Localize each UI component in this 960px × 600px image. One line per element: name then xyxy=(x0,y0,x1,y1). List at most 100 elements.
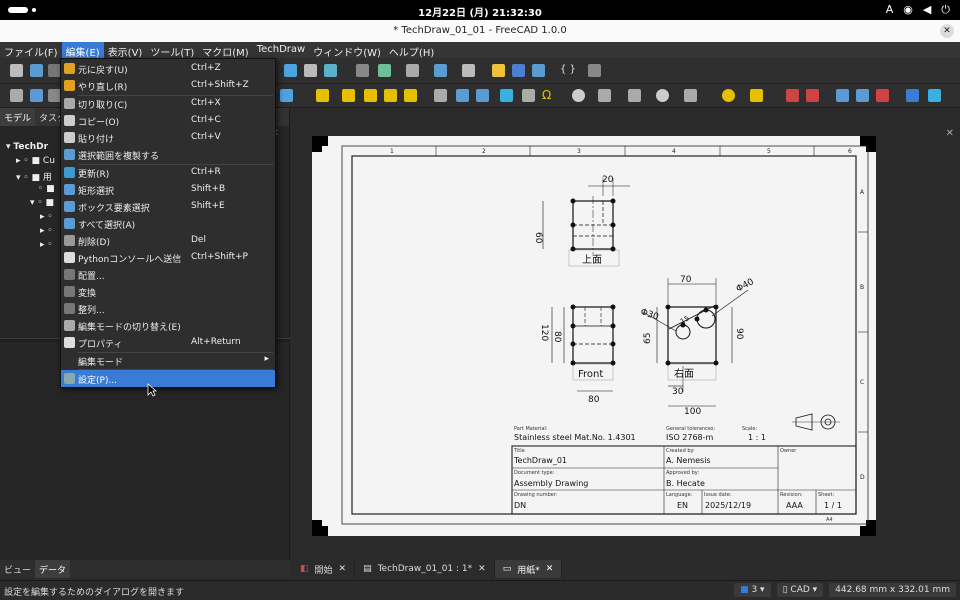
menu-edit[interactable]: 編集(E) xyxy=(61,42,104,59)
menu-item-properties[interactable]: プロパティ Alt+Return xyxy=(61,334,275,351)
macro-braces-icon[interactable]: { } xyxy=(560,64,576,75)
tree-item-page[interactable]: ▾ ◦ ■ 用 xyxy=(16,170,52,183)
dim-80[interactable]: 80 xyxy=(588,395,600,405)
dim-120[interactable]: 120 xyxy=(539,324,549,341)
tree-item-view[interactable]: ▾ ◦ ■ xyxy=(30,198,54,208)
title-value[interactable]: TechDraw_01 xyxy=(513,456,567,465)
radius-icon[interactable] xyxy=(750,89,763,102)
menu-item-refresh[interactable]: 更新(R) Ctrl+R xyxy=(61,164,275,181)
dim-20[interactable]: 20 xyxy=(602,175,614,185)
menu-item-cut[interactable]: 切り取り(C) Ctrl+X xyxy=(61,95,275,112)
menu-item-redo[interactable]: やり直し(R) Ctrl+Shift+Z xyxy=(61,77,275,94)
menu-item-copy[interactable]: コピー(O) Ctrl+C xyxy=(61,112,275,129)
techdraw-page-icon[interactable] xyxy=(10,89,23,102)
std-views-icon[interactable] xyxy=(378,64,391,77)
power-icon[interactable]: ⏻ xyxy=(941,3,950,17)
tab-model[interactable]: モデル xyxy=(0,108,36,126)
dim-60[interactable]: 60 xyxy=(533,232,543,244)
tree-item-template[interactable]: ◦ ■ xyxy=(38,184,55,194)
link-icon[interactable] xyxy=(532,64,545,77)
tab-page[interactable]: ▭ 用紙* ✕ xyxy=(494,560,563,578)
arc-icon[interactable] xyxy=(342,89,355,102)
scale-value[interactable]: 1 : 1 xyxy=(748,433,766,442)
export-dxf-icon[interactable] xyxy=(806,89,819,102)
surface-finish-icon[interactable] xyxy=(384,89,397,102)
top-view-label[interactable]: 上面 xyxy=(582,254,602,266)
part-material-value[interactable]: Stainless steel Mat.No. 1.4301 xyxy=(514,433,636,442)
tree-item-document[interactable]: ▾ TechDr xyxy=(6,142,48,152)
close-tab-icon[interactable]: ✕ xyxy=(546,564,554,574)
close-tab-icon[interactable]: ✕ xyxy=(478,564,486,574)
dim-90[interactable]: 90 xyxy=(734,328,744,340)
tolerances-value[interactable]: ISO 2768-m xyxy=(666,433,714,442)
menu-techdraw[interactable]: TechDraw xyxy=(253,42,310,58)
measure-icon[interactable] xyxy=(434,64,447,77)
menu-item-placement[interactable]: 配置... xyxy=(61,266,275,283)
front-view-label[interactable]: Front xyxy=(578,369,603,380)
home-view-icon[interactable] xyxy=(356,64,369,77)
navigation-style-selector[interactable]: ▯ CAD ▾ xyxy=(776,583,824,597)
dim-70[interactable]: 70 xyxy=(680,275,692,285)
tree-item-cube[interactable]: ▸ ◦ ■ Cu xyxy=(16,156,55,166)
circle-icon[interactable] xyxy=(572,89,585,102)
zoom-icon[interactable] xyxy=(304,64,317,77)
menu-item-toggle-edit-mode[interactable]: 編集モードの切り替え(E) xyxy=(61,317,275,334)
menu-item-transform[interactable]: 変換 xyxy=(61,283,275,300)
export-svg-icon[interactable] xyxy=(786,89,799,102)
volume-icon[interactable]: ◀ xyxy=(923,3,931,17)
group-icon[interactable] xyxy=(512,64,525,77)
hatch-icon[interactable] xyxy=(434,89,447,102)
system-tray[interactable]: A ◉ ◀ ⏻ xyxy=(886,3,950,17)
cross-icon[interactable] xyxy=(628,89,641,102)
menu-file[interactable]: ファイル(F) xyxy=(0,42,62,59)
layer-selector[interactable]: ■ 3 ▾ xyxy=(734,583,771,597)
leader-icon[interactable] xyxy=(316,89,329,102)
sheet-value[interactable]: 1 / 1 xyxy=(824,501,842,510)
menu-item-edit-mode[interactable]: 編集モード ▸ xyxy=(61,352,275,369)
view-cube-icon[interactable] xyxy=(324,64,337,77)
menu-item-paste[interactable]: 貼り付け Ctrl+V xyxy=(61,129,275,146)
stats-icon[interactable] xyxy=(856,89,869,102)
pin-icon[interactable] xyxy=(462,64,475,77)
viewport-close-icon[interactable]: ✕ xyxy=(946,128,954,139)
drawing-sheet[interactable]: 1 2 3 4 5 6 A B C D 20 60 上面 120 80 Fron… xyxy=(312,136,876,536)
tab-3d-view[interactable]: ▤ TechDraw_01_01 : 1* ✕ xyxy=(355,560,495,578)
wifi-icon[interactable]: ◉ xyxy=(903,3,913,17)
box-zoom-icon[interactable] xyxy=(406,64,419,77)
tab-view[interactable]: ビュー xyxy=(0,560,35,578)
close-window-button[interactable]: ✕ xyxy=(940,24,954,38)
menu-macro[interactable]: マクロ(M) xyxy=(198,42,252,59)
language-value[interactable]: EN xyxy=(677,501,688,510)
centerline-icon[interactable] xyxy=(476,89,489,102)
menu-item-send-to-python[interactable]: Pythonコンソールへ送信 Ctrl+Shift+P xyxy=(61,249,275,266)
dim-100[interactable]: 100 xyxy=(684,407,701,417)
menu-item-duplicate[interactable]: 選択範囲を複製する xyxy=(61,146,275,163)
new-document-icon[interactable] xyxy=(10,64,23,77)
vertex-icon[interactable] xyxy=(522,89,535,102)
zoom-fit-icon[interactable] xyxy=(284,64,297,77)
techdraw-template-icon[interactable] xyxy=(30,89,43,102)
tab-start[interactable]: ◧ 開始 ✕ xyxy=(292,560,356,578)
menu-item-preferences[interactable]: 設定(P)... xyxy=(61,370,275,387)
close-tab-icon[interactable]: ✕ xyxy=(339,564,347,574)
menu-item-undo[interactable]: 元に戻す(U) Ctrl+Z xyxy=(61,60,275,77)
weld-icon[interactable] xyxy=(364,89,377,102)
tree-item-dim-1[interactable]: ▸ ◦ xyxy=(40,212,53,222)
drawing-number-value[interactable]: DN xyxy=(514,501,526,510)
menu-help[interactable]: ヘルプ(H) xyxy=(385,42,438,59)
drawing-viewport[interactable]: 1 2 3 4 5 6 A B C D 20 60 上面 120 80 Fron… xyxy=(292,108,960,560)
annotation-icon[interactable] xyxy=(404,89,417,102)
menu-item-align[interactable]: 整列... xyxy=(61,300,275,317)
tab-data[interactable]: データ xyxy=(35,560,71,578)
menu-view[interactable]: 表示(V) xyxy=(104,42,147,59)
point-icon[interactable] xyxy=(656,89,669,102)
text-icon[interactable] xyxy=(906,89,919,102)
bar-chart-icon[interactable] xyxy=(836,89,849,102)
angle-icon[interactable] xyxy=(684,89,697,102)
dim-80-vertical[interactable]: 80 xyxy=(552,331,562,343)
part-icon[interactable] xyxy=(492,64,505,77)
tree-item-dim-3[interactable]: ▸ ◦ xyxy=(40,240,53,250)
issue-date-value[interactable]: 2025/12/19 xyxy=(705,501,751,510)
line-style-icon[interactable] xyxy=(280,89,293,102)
doctype-value[interactable]: Assembly Drawing xyxy=(514,479,588,488)
